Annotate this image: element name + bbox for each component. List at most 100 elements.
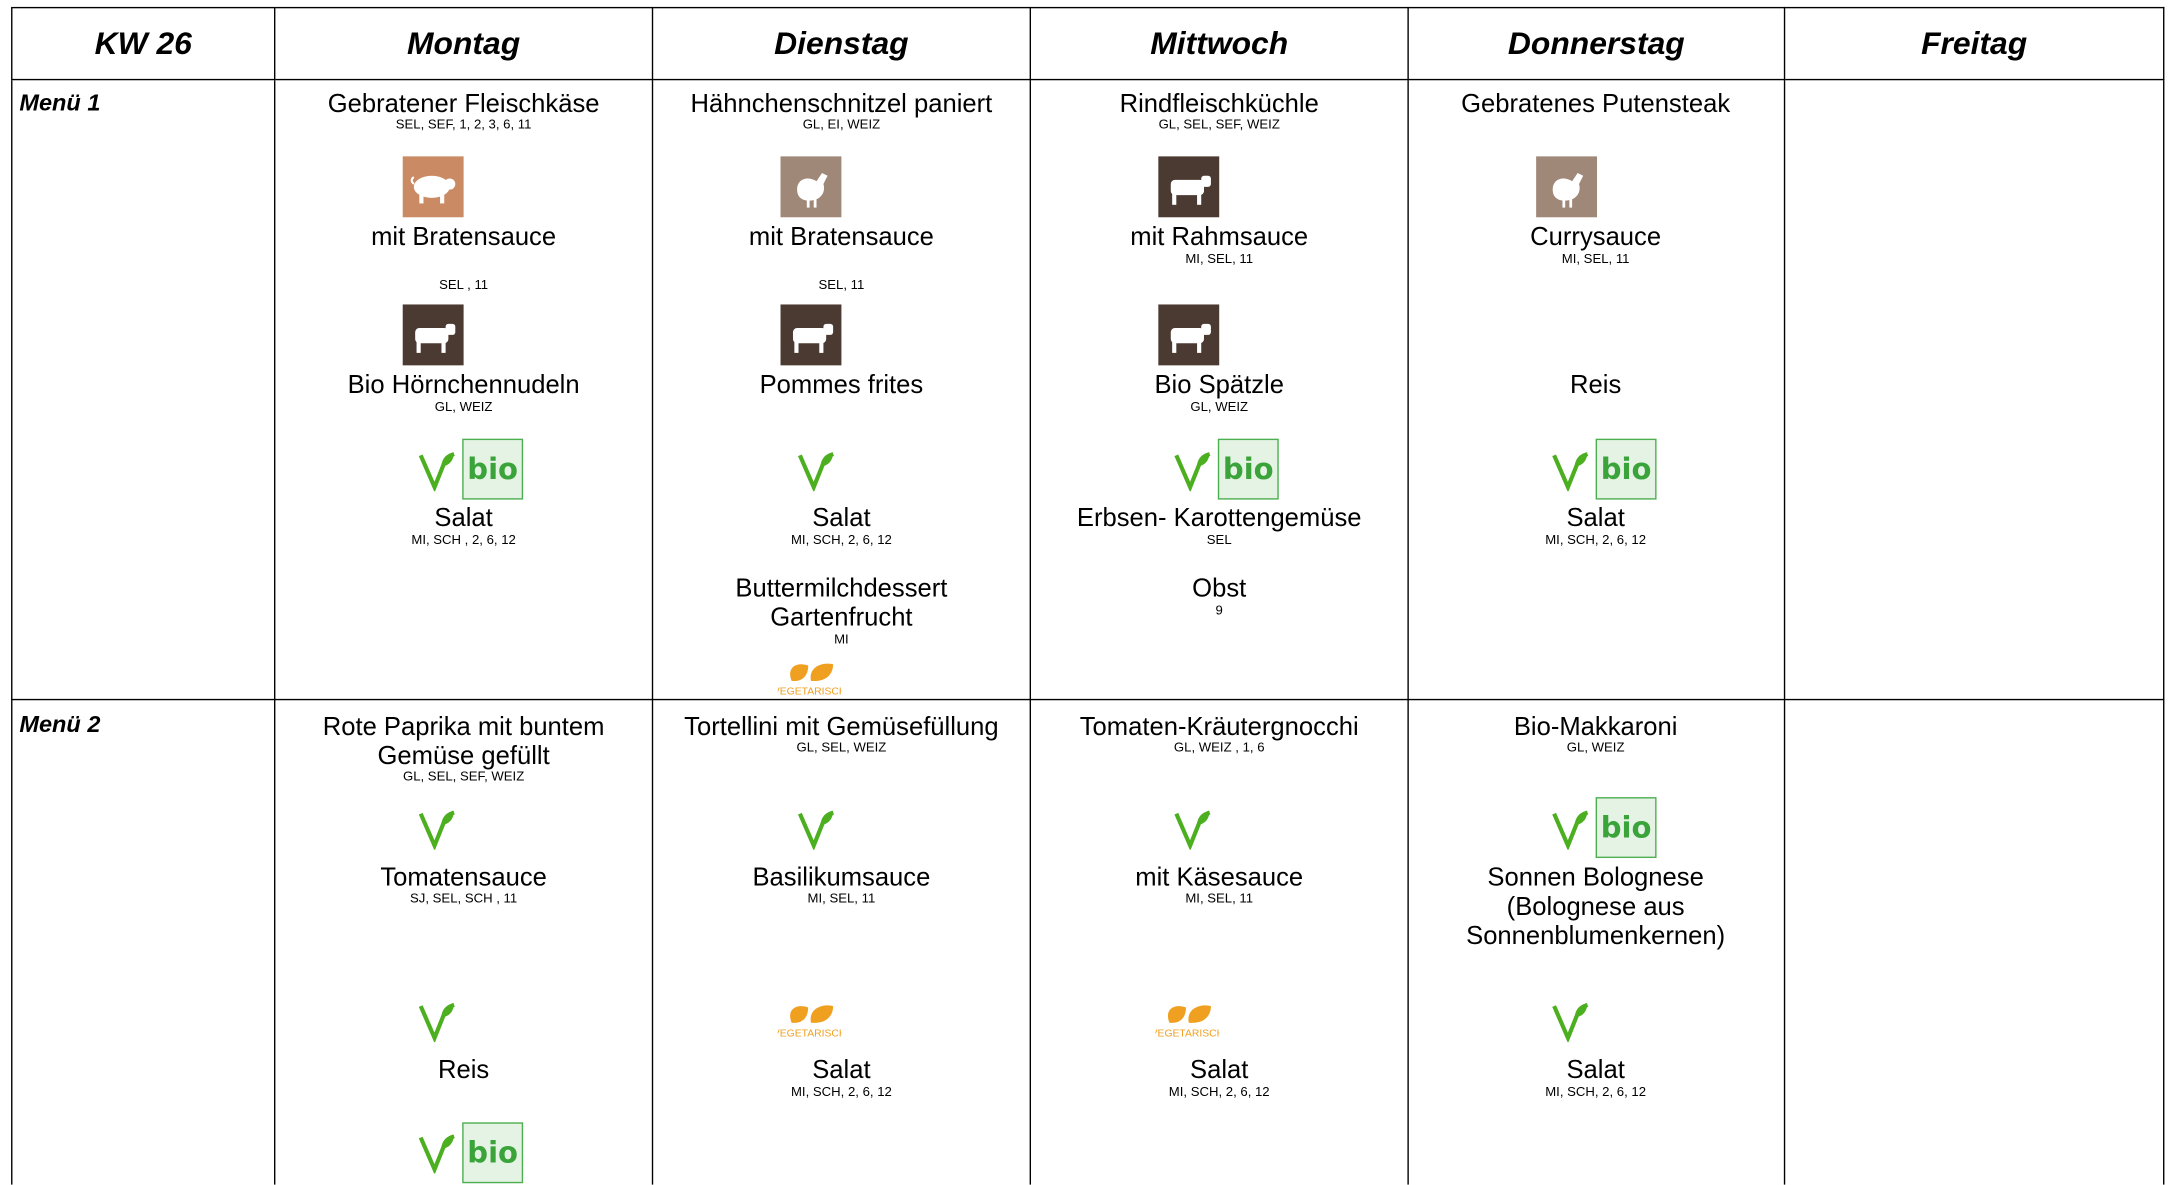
- allergens: GL, SEL, SEF, WEIZ: [402, 769, 525, 785]
- dish-name: mit Käsesauce: [1135, 862, 1304, 892]
- vegan-leaf-icon: [797, 810, 835, 850]
- menu1-label: Menü 1: [19, 89, 101, 117]
- bio-badge-icon: bio: [1217, 438, 1279, 500]
- cow-icon: [1158, 156, 1220, 218]
- day-header-monday: Montag: [275, 6, 654, 81]
- bio-badge-icon: bio: [462, 438, 524, 500]
- dish-name: Bio-Makkaroni: [1513, 711, 1678, 741]
- row-divider: [11, 698, 2165, 701]
- dish-name: Buttermilchdessert Gartenfrucht: [735, 572, 948, 632]
- allergens: GL, SEL, WEIZ: [796, 740, 887, 756]
- dish-name: Sonnen Bolognese (Bolognese aus Sonnenbl…: [1466, 862, 1726, 950]
- dish-name: Bio Hörnchennudeln: [347, 369, 580, 399]
- vegan-leaf-icon: [1552, 810, 1589, 850]
- week-header: KW 26: [11, 6, 276, 81]
- allergens: GL, WEIZ , 1, 6: [1173, 740, 1265, 756]
- vegan-leaf-icon: [418, 810, 455, 850]
- dish-name: Hähnchenschnitzel paniert: [690, 88, 993, 118]
- bio-badge-icon: bio: [462, 1122, 524, 1184]
- allergens: GL, WEIZ: [1566, 740, 1625, 756]
- allergens: GL, EI, WEIZ: [802, 117, 881, 133]
- allergens: SEL: [1206, 532, 1232, 549]
- day-header-tuesday: Dienstag: [653, 6, 1032, 81]
- vegan-leaf-icon: [1174, 452, 1211, 492]
- grid-line: [2163, 80, 2165, 1185]
- allergens: MI, SCH, 2, 6, 12: [790, 1084, 892, 1101]
- dish-name: Rote Paprika mit buntem Gemüse gefüllt: [322, 711, 605, 770]
- dish-name: Salat: [812, 502, 871, 532]
- allergens: MI, SCH, 2, 6, 12: [1168, 1084, 1270, 1101]
- allergens: MI, SEL, 11: [1185, 251, 1254, 268]
- dish-name: Rindfleischküchle: [1119, 88, 1319, 118]
- dish-name: Bio Spätzle: [1154, 369, 1284, 399]
- grid-line: [1783, 80, 1786, 1185]
- vegan-leaf-icon: [1552, 452, 1589, 492]
- chicken-icon: [780, 156, 842, 218]
- allergens: MI, SCH , 2, 6, 12: [411, 532, 516, 549]
- allergens: MI: [834, 632, 849, 648]
- allergens: 9: [1215, 603, 1223, 619]
- dish-name: mit Rahmsauce: [1130, 221, 1309, 251]
- dish-name: Reis: [1570, 369, 1622, 399]
- vegan-leaf-icon: [797, 452, 835, 492]
- bio-badge-icon: bio: [1595, 797, 1657, 859]
- grid-line: [1407, 80, 1409, 1185]
- dish-name: Salat: [1566, 1054, 1625, 1084]
- cow-icon: [1158, 304, 1220, 366]
- dish-name: Currysauce: [1530, 221, 1662, 251]
- allergens: MI, SEL, 11: [807, 891, 876, 907]
- allergens: MI, SEL, 11: [1185, 891, 1254, 907]
- grid-line: [274, 80, 276, 1185]
- dish-name: Gebratener Fleischkäse: [327, 88, 600, 118]
- day-header-wednesday: Mittwoch: [1031, 6, 1409, 81]
- dish-name: Salat: [1566, 502, 1625, 532]
- allergens: MI, SCH, 2, 6, 12: [1545, 1084, 1647, 1101]
- menu-plan: KW 26 Montag Dienstag Mittwoch Donnersta…: [0, 0, 2170, 1185]
- dish-name: Erbsen- Karottengemüse: [1076, 502, 1362, 532]
- grid-line: [651, 80, 654, 1185]
- dish-name: Tomaten-Kräutergnocchi: [1079, 711, 1359, 741]
- chicken-icon: [1536, 156, 1598, 218]
- vegan-leaf-icon: [418, 452, 455, 492]
- pig-icon: [402, 156, 464, 218]
- dish-name: Salat: [1190, 1054, 1249, 1084]
- allergens: SJ, SEL, SCH , 11: [410, 891, 518, 907]
- svg-text:VEGETARISCH: VEGETARISCH: [1156, 1029, 1220, 1040]
- vegan-leaf-icon: [418, 1134, 455, 1174]
- vegan-leaf-icon: [1174, 810, 1211, 850]
- vegan-leaf-icon: [418, 1002, 455, 1043]
- allergens: MI, SEL, 11: [1561, 251, 1630, 268]
- dish-name: mit Bratensauce: [371, 221, 557, 251]
- vegan-leaf-icon: [1552, 1002, 1589, 1043]
- vegetarisch-icon: VEGETARISCH: [778, 1005, 842, 1040]
- cow-icon: [402, 304, 464, 366]
- allergens: MI, SCH, 2, 6, 12: [790, 532, 892, 549]
- allergens: SEL , 11: [439, 278, 489, 294]
- dish-name: Salat: [812, 1054, 871, 1084]
- svg-text:VEGETARISCH: VEGETARISCH: [778, 1029, 842, 1040]
- dish-name: Tortellini mit Gemüsefüllung: [684, 711, 999, 741]
- allergens: MI, SCH, 2, 6, 12: [1545, 532, 1647, 549]
- bio-badge-icon: bio: [1595, 438, 1657, 500]
- dish-name: Reis: [437, 1054, 490, 1084]
- menu2-label: Menü 2: [19, 711, 101, 738]
- dish-name: mit Bratensauce: [748, 221, 934, 251]
- allergens: SEL, 11: [818, 278, 865, 294]
- dish-name: Basilikumsauce: [752, 862, 931, 892]
- day-header-thursday: Donnerstag: [1408, 6, 1786, 81]
- grid-line: [11, 80, 13, 1185]
- allergens: GL, SEL, SEF, WEIZ: [1158, 117, 1280, 133]
- vegetarisch-icon: VEGETARISCH: [778, 663, 842, 698]
- dish-name: Pommes frites: [759, 369, 924, 399]
- cow-icon: [780, 304, 842, 366]
- dish-name: Gebratenes Putensteak: [1461, 88, 1731, 118]
- dish-name: Salat: [434, 502, 493, 532]
- allergens: GL, WEIZ: [434, 399, 493, 416]
- dish-name: Tomatensauce: [380, 862, 547, 892]
- dish-name: Obst: [1192, 572, 1247, 602]
- vegetarisch-icon: VEGETARISCH: [1156, 1005, 1220, 1040]
- allergens: SEL, SEF, 1, 2, 3, 6, 11: [395, 117, 532, 133]
- grid-line: [1029, 80, 1032, 1185]
- allergens: GL, WEIZ: [1190, 399, 1249, 416]
- svg-text:VEGETARISCH: VEGETARISCH: [778, 687, 842, 698]
